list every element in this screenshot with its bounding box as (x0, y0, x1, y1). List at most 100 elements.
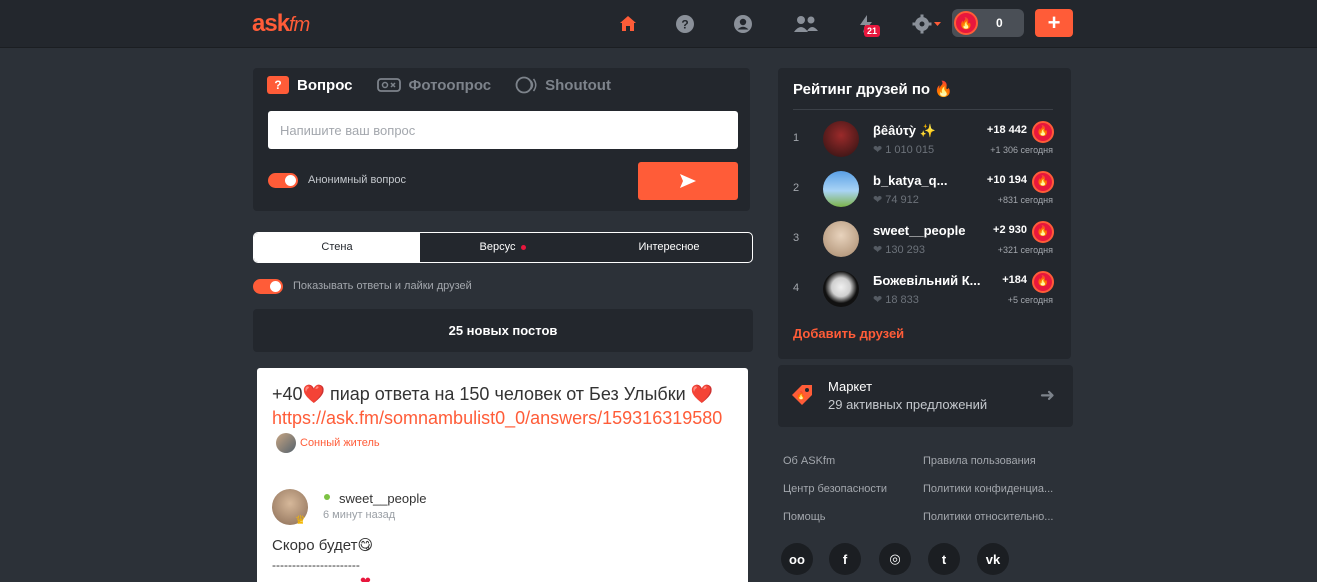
footer-policies[interactable]: Политики относительно... (923, 511, 1053, 523)
rank-number: 4 (793, 282, 800, 294)
ranking-row[interactable]: 4 Божевільний К... ❤ 18 833 +184 🔥 +5 сег… (778, 268, 1071, 318)
avatar[interactable] (823, 121, 859, 157)
ask-tabs: ? Вопрос Фотоопрос Shoutout (267, 76, 611, 94)
online-indicator (324, 494, 330, 500)
avatar[interactable] (823, 171, 859, 207)
tab-question[interactable]: ? Вопрос (267, 76, 353, 94)
svg-text:🔥: 🔥 (796, 390, 806, 400)
question-link[interactable]: https://ask.fm/somnambulist0_0/answers/1… (272, 408, 722, 428)
tab-shoutout[interactable]: Shoutout (515, 76, 611, 94)
friend-name[interactable]: βêâύτỳ ✨ (873, 123, 936, 139)
twitter-icon[interactable]: t (928, 543, 960, 575)
heart-icon: ❤ (873, 144, 883, 156)
answer-divider: ---------------------- (272, 558, 360, 572)
ok-icon[interactable]: оо (781, 543, 813, 575)
market-title: Маркет (828, 379, 873, 394)
anonymous-toggle[interactable] (268, 173, 298, 188)
market-card[interactable]: 🔥 Маркет 29 активных предложений ➜ (778, 365, 1073, 427)
shoutout-icon (515, 76, 537, 94)
ranking-title: Рейтинг друзей по 🔥 (793, 81, 953, 98)
profile-icon[interactable] (731, 12, 755, 36)
show-friends-toggle[interactable] (253, 279, 283, 294)
footer-about[interactable]: Об ASKfm (783, 455, 835, 467)
friend-likes: ❤ 130 293 (873, 244, 925, 256)
photopoll-icon (376, 78, 401, 92)
footer-terms[interactable]: Правила пользования (923, 455, 1036, 467)
new-posts-button[interactable]: 25 новых постов (253, 309, 753, 352)
friends-icon[interactable] (792, 12, 820, 36)
arrow-right-icon: ➜ (1039, 385, 1055, 405)
instagram-icon[interactable]: ◎ (879, 543, 911, 575)
fire-coin-icon: 🔥 (954, 11, 978, 35)
home-icon[interactable] (616, 12, 640, 36)
friend-likes: ❤ 1 010 015 (873, 144, 935, 156)
avatar[interactable] (823, 221, 859, 257)
friend-today: +1 306 сегодня (990, 145, 1053, 155)
ranking-row[interactable]: 3 sweet__people ❤ 130 293 +2 930 🔥 +321 с… (778, 218, 1071, 268)
answer-text: Скоро будет😋 (272, 537, 374, 554)
add-friends-link[interactable]: Добавить друзей (793, 326, 904, 341)
notifications-badge: 21 (864, 25, 881, 37)
friend-today: +321 сегодня (997, 245, 1053, 255)
show-friends-label: Показывать ответы и лайки друзей (293, 280, 472, 292)
tab-wall[interactable]: Стена (254, 233, 420, 262)
svg-text:?: ? (681, 18, 688, 32)
friend-name[interactable]: Божевільний К... (873, 273, 980, 288)
friend-likes: ❤ 74 912 (873, 194, 919, 206)
asker-mood: Сонный житель (300, 437, 380, 450)
ranking-divider (793, 109, 1053, 110)
crown-icon: ♛ (295, 513, 306, 527)
heart-icon: ❤ (873, 194, 883, 206)
versus-dot (521, 244, 527, 250)
friend-today: +831 сегодня (997, 195, 1053, 205)
friend-points: +18 442 (986, 124, 1027, 136)
rank-number: 2 (793, 182, 800, 194)
fire-icon: 🔥 (1032, 121, 1054, 143)
rank-number: 1 (793, 132, 800, 144)
footer-help[interactable]: Помощь (783, 511, 826, 523)
friend-points: +10 194 (986, 174, 1027, 186)
ranking-row[interactable]: 1 βêâύτỳ ✨ ❤ 1 010 015 +18 442 🔥 +1 306 с… (778, 118, 1071, 168)
question-icon: ? (267, 76, 289, 94)
ranking-row[interactable]: 2 b_katya_q... ❤ 74 912 +10 194 🔥 +831 се… (778, 168, 1071, 218)
friend-points: +2 930 (993, 224, 1027, 236)
friend-likes: ❤ 18 833 (873, 294, 919, 306)
askfm-logo[interactable]: askfm (252, 10, 310, 38)
tab-interesting[interactable]: Интересное (586, 233, 752, 262)
facebook-icon[interactable]: f (829, 543, 861, 575)
send-button[interactable] (638, 162, 738, 200)
footer-safety[interactable]: Центр безопасности (783, 483, 887, 495)
friend-points: +184 (1002, 274, 1027, 286)
author-name[interactable]: sweet__people (339, 491, 426, 506)
post-time: 6 минут назад (323, 509, 396, 521)
footer-privacy[interactable]: Политики конфиденциа... (923, 483, 1053, 495)
asker-avatar[interactable] (276, 433, 296, 454)
vk-icon[interactable]: vk (977, 543, 1009, 575)
avatar[interactable] (823, 271, 859, 307)
price-tag-icon: 🔥 (792, 385, 812, 405)
help-icon[interactable]: ? (673, 12, 697, 36)
add-button[interactable]: + (1035, 9, 1073, 37)
top-header: askfm ? 21 🔥 0 + (0, 0, 1317, 48)
heart-icon: ❤ (873, 294, 883, 306)
tab-photopoll[interactable]: Фотоопрос (376, 76, 491, 94)
heart-icon: ❤ (873, 244, 883, 256)
coins-count: 0 (996, 16, 1003, 30)
post-question: +40❤️ пиар ответа на 150 человек от Без … (272, 382, 742, 455)
post-card: +40❤️ пиар ответа на 150 человек от Без … (257, 368, 748, 582)
friend-name[interactable]: b_katya_q... (873, 173, 947, 188)
rank-number: 3 (793, 232, 800, 244)
fire-icon: 🔥 (1032, 271, 1054, 293)
notifications-icon[interactable]: 21 (854, 12, 881, 37)
fire-icon: 🔥 (1032, 221, 1054, 243)
question-text: +40❤️ пиар ответа на 150 человек от Без … (272, 384, 714, 404)
question-input[interactable] (268, 111, 738, 149)
friend-today: +5 сегодня (1007, 295, 1053, 305)
coins-balance[interactable]: 🔥 0 (952, 9, 1024, 37)
friends-ranking: Рейтинг друзей по 🔥 1 βêâύτỳ ✨ ❤ 1 010 01… (778, 68, 1071, 359)
anonymous-label: Анонимный вопрос (308, 174, 407, 186)
ask-question-card: ? Вопрос Фотоопрос Shoutout Анонимный во… (253, 68, 750, 211)
friend-name[interactable]: sweet__people (873, 223, 966, 238)
settings-icon[interactable] (910, 12, 944, 36)
tab-versus[interactable]: Версус (420, 233, 586, 262)
